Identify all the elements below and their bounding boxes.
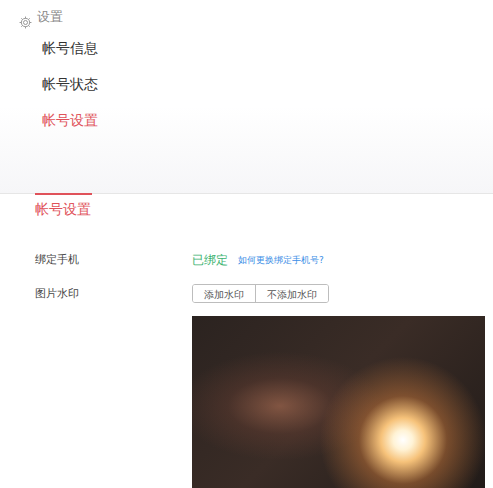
- change-phone-link[interactable]: 如何更换绑定手机号?: [238, 251, 324, 269]
- settings-header: 设置: [18, 8, 493, 26]
- watermark-options: 添加水印不添加水印: [192, 284, 329, 303]
- watermark-option[interactable]: 添加水印: [193, 285, 255, 302]
- settings-panel: 设置帐号信息帐号状态帐号设置: [0, 0, 493, 193]
- phone-label: 绑定手机: [35, 251, 192, 269]
- watermark-option[interactable]: 不添加水印: [255, 285, 328, 302]
- menu-item[interactable]: 帐号设置: [42, 102, 493, 138]
- watermark-preview-photo: [192, 316, 485, 488]
- watermark-row: 图片水印添加水印不添加水印: [35, 284, 493, 303]
- settings-form: 绑定手机已绑定如何更换绑定手机号? 图片水印添加水印不添加水印: [0, 221, 493, 303]
- settings-title: 设置: [37, 8, 63, 26]
- section-title: 帐号设置: [35, 193, 92, 218]
- phone-row: 绑定手机已绑定如何更换绑定手机号?: [35, 251, 493, 269]
- menu-item[interactable]: 帐号状态: [42, 66, 493, 102]
- menu-item[interactable]: 帐号信息: [42, 30, 493, 66]
- section-header: 帐号设置: [0, 193, 493, 221]
- phone-status: 已绑定: [192, 251, 228, 269]
- watermark-label: 图片水印: [35, 285, 192, 303]
- settings-menu: 帐号信息帐号状态帐号设置: [42, 30, 493, 138]
- gear-icon: [18, 10, 33, 25]
